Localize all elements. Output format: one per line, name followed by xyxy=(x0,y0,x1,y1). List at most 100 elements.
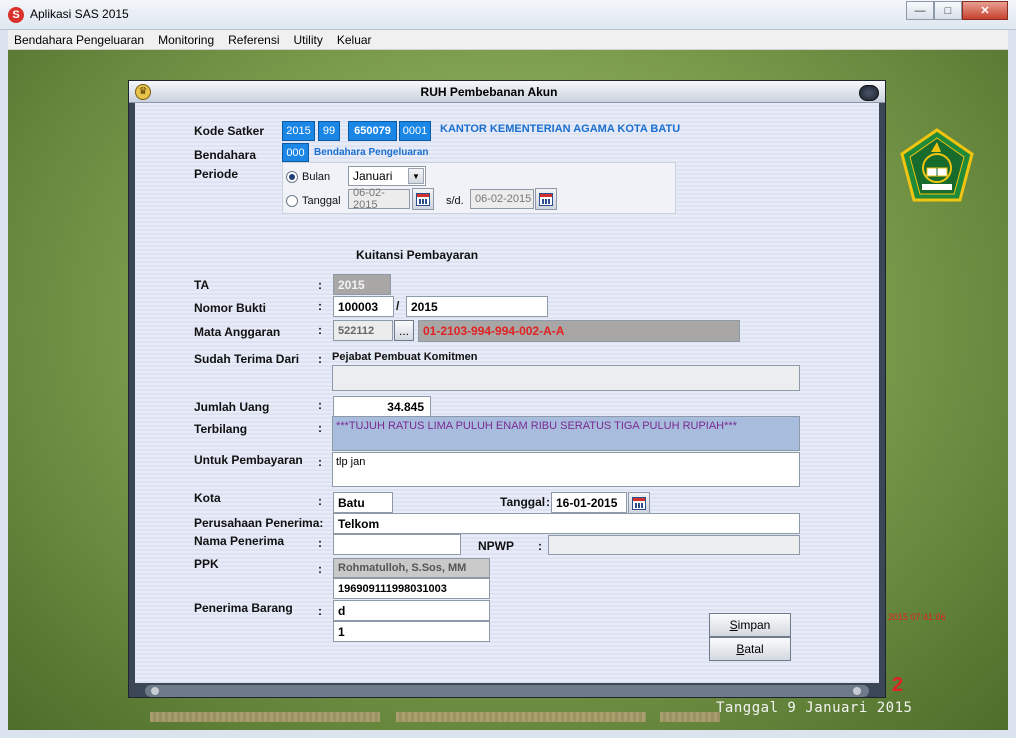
background-strip xyxy=(660,712,720,722)
window-border-left xyxy=(0,0,8,738)
radio-tanggal-label: Tanggal xyxy=(302,195,341,207)
background-strip xyxy=(396,712,646,722)
nomor-bukti-input[interactable]: 100003 xyxy=(333,296,394,317)
kode-satker-seg2[interactable]: 99 xyxy=(318,121,340,141)
periode-label: Periode xyxy=(194,167,239,181)
colon: : xyxy=(318,398,322,412)
date-to-input[interactable]: 06-02-2015 xyxy=(470,189,534,209)
nama-penerima-label: Nama Penerima xyxy=(194,534,285,548)
current-date: Tanggal 9 Januari 2015 xyxy=(716,700,913,716)
colon: : xyxy=(318,299,322,313)
window-border-right xyxy=(1008,0,1016,738)
colon: : xyxy=(318,352,322,366)
bendahara-name: Bendahara Pengeluaran xyxy=(314,147,429,158)
sudah-terima-label: Sudah Terima Dari xyxy=(194,352,300,366)
ta-field: 2015 xyxy=(333,274,391,295)
radio-bulan[interactable] xyxy=(286,171,298,183)
bulan-select[interactable]: Januari ▼ xyxy=(348,166,426,186)
kode-satker-label: Kode Satker xyxy=(194,124,265,138)
npwp-input[interactable] xyxy=(548,535,800,555)
dialog-knob-icon[interactable] xyxy=(859,85,879,101)
calendar-icon xyxy=(632,496,646,510)
untuk-pembayaran-textarea[interactable]: tlp jan xyxy=(332,452,800,487)
calendar-icon xyxy=(416,192,430,206)
scroll-dot-icon xyxy=(853,687,861,695)
colon: : xyxy=(318,536,322,550)
colon: : xyxy=(538,539,542,553)
sd-label: s/d. xyxy=(446,195,464,207)
date-to-calendar-button[interactable] xyxy=(535,188,557,210)
menu-referensi[interactable]: Referensi xyxy=(228,33,279,47)
colon: : xyxy=(546,495,550,509)
nama-penerima-input[interactable] xyxy=(333,534,461,555)
colon: : xyxy=(318,278,322,292)
date-from-calendar-button[interactable] xyxy=(412,188,434,210)
jumlah-uang-label: Jumlah Uang xyxy=(194,400,270,414)
ppk-nip-field: 196909111998031003 xyxy=(333,578,490,599)
colon: : xyxy=(318,604,322,618)
kota-label: Kota xyxy=(194,491,221,505)
calendar-icon xyxy=(539,192,553,206)
app-icon: S xyxy=(8,7,24,23)
kota-input[interactable]: Batu xyxy=(333,492,393,513)
dialog-title: RUH Pembebanan Akun xyxy=(420,85,558,99)
close-button[interactable]: ✕ xyxy=(962,1,1008,20)
mata-anggaran-browse-button[interactable]: ... xyxy=(394,320,414,341)
simpan-button[interactable]: Simpan xyxy=(709,613,791,637)
radio-bulan-label: Bulan xyxy=(302,171,331,183)
kode-satker-seg4[interactable]: 0001 xyxy=(399,121,431,141)
sudah-terima-value: Pejabat Pembuat Komitmen xyxy=(332,351,478,363)
page-number: 2 xyxy=(892,674,904,696)
menu-bar: Bendahara Pengeluaran Monitoring Referen… xyxy=(8,30,1008,50)
chevron-down-icon[interactable]: ▼ xyxy=(408,168,424,184)
account-code-field: 01-2103-994-994-002-A-A xyxy=(418,320,740,342)
kode-satker-year[interactable]: 2015 xyxy=(282,121,315,141)
clock-time: 2015 07:41:06 xyxy=(888,612,946,622)
perusahaan-label: Perusahaan Penerima: xyxy=(194,516,324,530)
penerima-barang-input-1[interactable]: d xyxy=(333,600,490,621)
bendahara-label: Bendahara xyxy=(194,148,257,162)
bendahara-code[interactable]: 000 xyxy=(282,143,309,162)
minimize-button[interactable]: — xyxy=(906,1,934,20)
date-from-input[interactable]: 06-02-2015 xyxy=(348,187,410,211)
tanggal-calendar-button[interactable] xyxy=(628,492,650,514)
penerima-barang-input-2[interactable]: 1 xyxy=(333,621,490,642)
colon: : xyxy=(318,562,322,576)
window-title: Aplikasi SAS 2015 xyxy=(30,7,129,21)
ta-label: TA xyxy=(194,278,210,292)
menu-utility[interactable]: Utility xyxy=(294,33,323,47)
kode-satker-code[interactable]: 650079 xyxy=(348,121,397,141)
ppk-name-field: Rohmatulloh, S.Sos, MM xyxy=(333,558,490,578)
mata-anggaran-label: Mata Anggaran xyxy=(194,325,281,339)
satker-name: KANTOR KEMENTERIAN AGAMA KOTA BATU xyxy=(440,123,681,135)
menu-keluar[interactable]: Keluar xyxy=(337,33,372,47)
dialog-scrollbar[interactable] xyxy=(145,685,869,697)
colon: : xyxy=(318,455,322,469)
perusahaan-input[interactable]: Telkom xyxy=(333,513,800,534)
colon: : xyxy=(318,421,322,435)
maximize-button[interactable]: □ xyxy=(934,1,962,20)
section-title: Kuitansi Pembayaran xyxy=(356,248,479,262)
nomor-bukti-label: Nomor Bukti xyxy=(194,301,266,315)
npwp-label: NPWP xyxy=(478,539,514,553)
mata-anggaran-code[interactable]: 522112 xyxy=(333,320,393,341)
batal-button[interactable]: Batal xyxy=(709,637,791,661)
terbilang-field: ***TUJUH RATUS LIMA PULUH ENAM RIBU SERA… xyxy=(332,416,800,451)
colon: : xyxy=(318,494,322,508)
tanggal-input[interactable]: 16-01-2015 xyxy=(551,492,627,513)
radio-tanggal[interactable] xyxy=(286,195,298,207)
nomor-bukti-separator: / xyxy=(396,299,400,313)
untuk-pembayaran-label: Untuk Pembayaran xyxy=(194,453,303,467)
penerima-barang-label: Penerima Barang xyxy=(194,601,293,615)
jumlah-uang-input[interactable]: 34.845 xyxy=(333,396,431,417)
menu-monitoring[interactable]: Monitoring xyxy=(158,33,214,47)
kemenag-emblem-icon xyxy=(900,128,974,202)
sudah-terima-extra-field[interactable] xyxy=(332,365,800,391)
nomor-bukti-year-input[interactable]: 2015 xyxy=(406,296,548,317)
window-titlebar[interactable]: S Aplikasi SAS 2015 — □ ✕ xyxy=(0,0,1016,30)
ppk-label: PPK xyxy=(194,557,219,571)
dialog-titlebar[interactable]: ♛ RUH Pembebanan Akun xyxy=(129,81,885,103)
terbilang-label: Terbilang xyxy=(194,422,248,436)
background-strip xyxy=(150,712,380,722)
menu-bendahara-pengeluaran[interactable]: Bendahara Pengeluaran xyxy=(14,33,144,47)
